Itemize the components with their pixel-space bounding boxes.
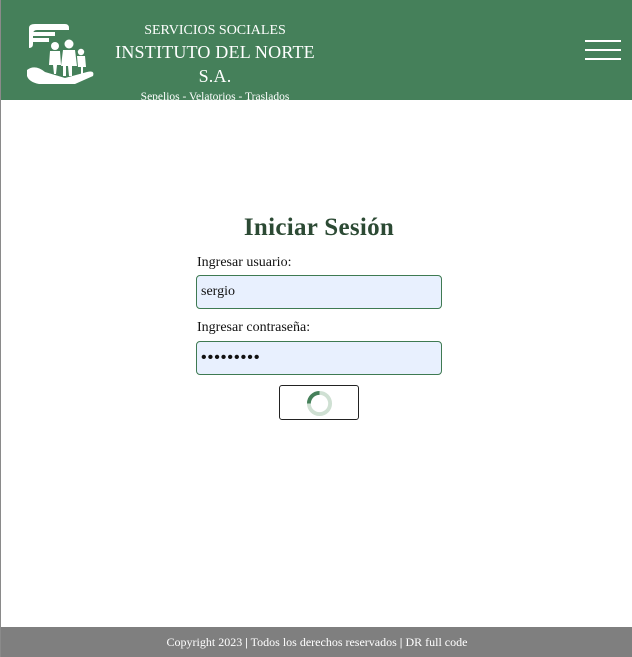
password-label: Ingresar contraseña:	[197, 320, 311, 335]
brand-block: SERVICIOS SOCIALES INSTITUTO DEL NORTE S…	[101, 22, 329, 105]
menu-bar	[585, 49, 621, 51]
site-header: SERVICIOS SOCIALES INSTITUTO DEL NORTE S…	[1, 0, 632, 103]
login-submit-button[interactable]	[279, 385, 359, 420]
footer-separator: |	[245, 635, 248, 649]
hamburger-menu-icon[interactable]	[585, 40, 621, 62]
copyright-text: Copyright 2023	[166, 635, 243, 649]
family-in-hands-icon	[27, 24, 94, 84]
password-input[interactable]	[196, 341, 442, 375]
menu-bar	[585, 40, 621, 42]
menu-bar	[585, 58, 621, 60]
page-frame: SERVICIOS SOCIALES INSTITUTO DEL NORTE S…	[0, 0, 632, 657]
footer-separator: |	[399, 635, 403, 649]
username-label: Ingresar usuario:	[197, 255, 292, 270]
brand-tagline: SERVICIOS SOCIALES	[144, 23, 286, 38]
loading-spinner-icon	[306, 390, 333, 417]
rights-text: Todos los derechos reservados	[250, 635, 397, 649]
site-footer: Copyright 2023 | Todos los derechos rese…	[1, 627, 632, 657]
username-input[interactable]	[196, 275, 442, 309]
brand-services: Sepelios - Velatorios - Traslados	[140, 91, 290, 103]
credit-text: DR full code	[405, 635, 468, 649]
login-title: Iniciar Sesión	[243, 214, 395, 241]
brand-name: INSTITUTO DEL NORTE S.A.	[115, 42, 315, 86]
